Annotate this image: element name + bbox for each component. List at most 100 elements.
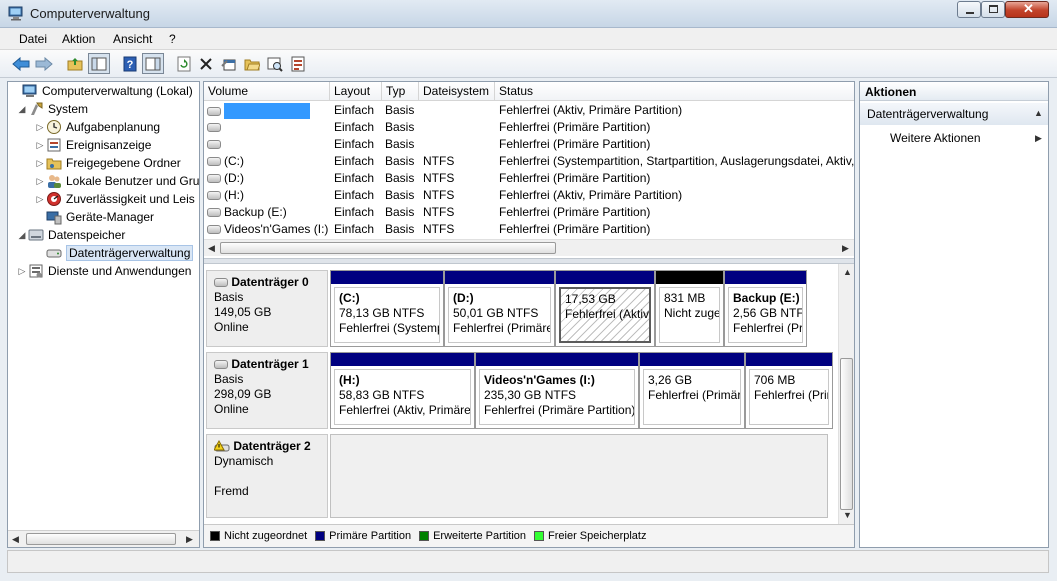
volume-layout-cell: Einfach <box>334 171 375 185</box>
minimize-button[interactable] <box>957 1 981 18</box>
col-typ[interactable]: Typ <box>382 82 419 101</box>
scroll-thumb[interactable] <box>840 358 853 510</box>
volume-name-cell: Videos'n'Games (I:) <box>207 222 331 236</box>
volume-row[interactable]: (H:) Einfach Basis NTFS Fehlerfrei (Aktiv, P… <box>204 187 854 204</box>
weitere-aktionen-item[interactable]: Weitere Aktionen <box>890 131 981 145</box>
partition-name: (C:) <box>339 291 360 305</box>
col-status[interactable]: Status <box>495 82 854 101</box>
show-hide-action-pane-button[interactable] <box>142 53 164 74</box>
close-icon: ✕ <box>1023 1 1034 16</box>
properties-button[interactable] <box>218 53 240 74</box>
scroll-left-icon[interactable]: ◀ <box>12 534 19 545</box>
partition-backup-e[interactable]: Backup (E:) 2,56 GB NTFS Fehlerfrei (Pr <box>724 270 807 347</box>
partition-size: 706 MB <box>754 373 796 387</box>
unallocated-space[interactable]: 831 MB Nicht zugeordnet <box>655 270 724 347</box>
expanded-triangle-icon[interactable]: ◢ <box>16 104 28 115</box>
scroll-right-icon[interactable]: ▶ <box>186 534 193 545</box>
tree-item-root[interactable]: Computerverwaltung (Lokal) <box>10 82 193 100</box>
volume-name: (C:) <box>224 154 244 168</box>
delete-button[interactable] <box>195 53 217 74</box>
disk-size: 149,05 GB <box>214 305 272 319</box>
collapsed-triangle-icon[interactable]: ▷ <box>34 140 46 151</box>
up-folder-button[interactable] <box>64 53 86 74</box>
disk-0-label[interactable]: Datenträger 0 Basis 149,05 GB Online <box>206 270 328 347</box>
disk-1-label[interactable]: Datenträger 1 Basis 298,09 GB Online <box>206 352 328 429</box>
tree-item-dienste[interactable]: ▷ Dienste und Anwendungen <box>16 262 192 280</box>
col-layout[interactable]: Layout <box>330 82 382 101</box>
search-button[interactable] <box>264 53 286 74</box>
scroll-right-icon[interactable]: ▶ <box>842 243 849 254</box>
volume-layout-cell: Einfach <box>334 137 375 151</box>
scroll-thumb[interactable] <box>220 242 556 254</box>
tree-item-datenspeicher[interactable]: ◢ Datenspeicher <box>16 226 126 244</box>
tree-item-aufgabenplanung[interactable]: ▷ Aufgabenplanung <box>34 118 160 136</box>
foreign-disk-area[interactable] <box>330 434 828 518</box>
volume-row[interactable]: Backup (E:) Einfach Basis NTFS Fehlerfrei (P… <box>204 204 854 221</box>
volume-status-cell: Fehlerfrei (Primäre Partition) <box>499 137 651 151</box>
col-volume[interactable]: Volume <box>204 82 330 101</box>
volume-row[interactable]: (C:) Einfach Basis NTFS Fehlerfrei (Systempa… <box>204 153 854 170</box>
maximize-button[interactable] <box>981 1 1005 18</box>
disk-view-vertical-scrollbar[interactable]: ▲ ▼ <box>838 264 854 524</box>
scroll-thumb[interactable] <box>26 533 176 545</box>
tree-item-lokale-benutzer[interactable]: ▷ Lokale Benutzer und Gru <box>34 172 199 190</box>
menu-bar: Datei Aktion Ansicht ? <box>0 28 1057 50</box>
disk-2-label[interactable]: Datenträger 2 Dynamisch Fremd <box>206 434 328 518</box>
partition-h[interactable]: (H:) 58,83 GB NTFS Fehlerfrei (Aktiv, Pr… <box>330 352 475 429</box>
tree-item-ereignisanzeige[interactable]: ▷ Ereignisanzeige <box>34 136 152 154</box>
tree-horizontal-scrollbar[interactable]: ◀ ▶ <box>8 530 199 547</box>
partition-unnamed-3gb[interactable]: 3,26 GB Fehlerfrei (Primär <box>639 352 745 429</box>
partition-d[interactable]: (D:) 50,01 GB NTFS Fehlerfrei (Primäre <box>444 270 555 347</box>
partition-size: 2,56 GB NTFS <box>733 306 803 320</box>
disk-state: Online <box>214 320 249 334</box>
back-button[interactable] <box>10 53 32 74</box>
tree-item-freigegebene-ordner[interactable]: ▷ Freigegebene Ordner <box>34 154 181 172</box>
volume-list-horizontal-scrollbar[interactable]: ◀ ▶ <box>204 239 854 256</box>
expanded-triangle-icon[interactable]: ◢ <box>16 230 28 241</box>
scroll-left-icon[interactable]: ◀ <box>208 243 215 254</box>
actions-section-datentraegerverwaltung[interactable]: Datenträgerverwaltung ▲ <box>860 103 1048 125</box>
volume-status-cell: Fehlerfrei (Primäre Partition) <box>499 171 651 185</box>
collapsed-triangle-icon[interactable]: ▷ <box>16 266 28 277</box>
refresh-button[interactable] <box>173 53 195 74</box>
volume-row[interactable]: Einfach Basis Fehlerfrei (Aktiv, Primäre P… <box>204 102 854 119</box>
collapsed-triangle-icon[interactable]: ▷ <box>34 158 46 169</box>
tree-item-system[interactable]: ◢ System <box>16 100 88 118</box>
volume-row[interactable]: Einfach Basis Fehlerfrei (Primäre Partitio… <box>204 119 854 136</box>
tree-label: Zuverlässigkeit und Leis <box>66 192 195 206</box>
open-button[interactable] <box>241 53 263 74</box>
volume-row[interactable]: Videos'n'Games (I:) Einfach Basis NTFS Fehle… <box>204 221 854 238</box>
partition-c[interactable]: (C:) 78,13 GB NTFS Fehlerfrei (Systemp <box>330 270 444 347</box>
title-bar[interactable]: Computerverwaltung ✕ <box>0 0 1057 28</box>
menu-help[interactable]: ? <box>169 32 176 46</box>
forward-button[interactable] <box>33 53 55 74</box>
scroll-down-icon[interactable]: ▼ <box>843 510 852 520</box>
collapsed-triangle-icon[interactable]: ▷ <box>34 194 46 205</box>
tree-item-geraete-manager[interactable]: Geräte-Manager <box>34 208 154 226</box>
tree-item-zuverlaessigkeit[interactable]: ▷ Zuverlässigkeit und Leis <box>34 190 195 208</box>
partition-videos-i[interactable]: Videos'n'Games (I:) 235,30 GB NTFS Fehle… <box>475 352 639 429</box>
menu-ansicht[interactable]: Ansicht <box>113 32 152 46</box>
menu-datei[interactable]: Datei <box>19 32 47 46</box>
export-list-button[interactable] <box>287 53 309 74</box>
partition-size: 3,26 GB <box>648 373 693 387</box>
tree-item-datentraegerverwaltung[interactable]: Datenträgerverwaltung <box>34 244 194 262</box>
collapse-up-icon[interactable]: ▲ <box>1034 108 1043 118</box>
tree-label: Aufgabenplanung <box>66 120 161 134</box>
collapsed-triangle-icon[interactable]: ▷ <box>34 176 46 187</box>
menu-aktion[interactable]: Aktion <box>62 32 95 46</box>
volume-name: (H:) <box>224 188 244 202</box>
collapsed-triangle-icon[interactable]: ▷ <box>34 122 46 133</box>
close-button[interactable]: ✕ <box>1005 1 1049 18</box>
col-dateisystem[interactable]: Dateisystem <box>419 82 495 101</box>
submenu-arrow-icon[interactable]: ▶ <box>1035 133 1042 144</box>
scroll-up-icon[interactable]: ▲ <box>843 267 852 277</box>
drive-icon <box>207 191 221 201</box>
disk-kind: Basis <box>214 372 244 386</box>
partition-unnamed-17gb[interactable]: 17,53 GB Fehlerfrei (Aktiv, <box>555 270 655 347</box>
partition-unnamed-706mb[interactable]: 706 MB Fehlerfrei (Prim <box>745 352 833 429</box>
help-button[interactable]: ? <box>119 53 141 74</box>
volume-row[interactable]: Einfach Basis Fehlerfrei (Primäre Partitio… <box>204 136 854 153</box>
show-hide-console-tree-button[interactable] <box>88 53 110 74</box>
volume-row[interactable]: (D:) Einfach Basis NTFS Fehlerfrei (Primäre … <box>204 170 854 187</box>
